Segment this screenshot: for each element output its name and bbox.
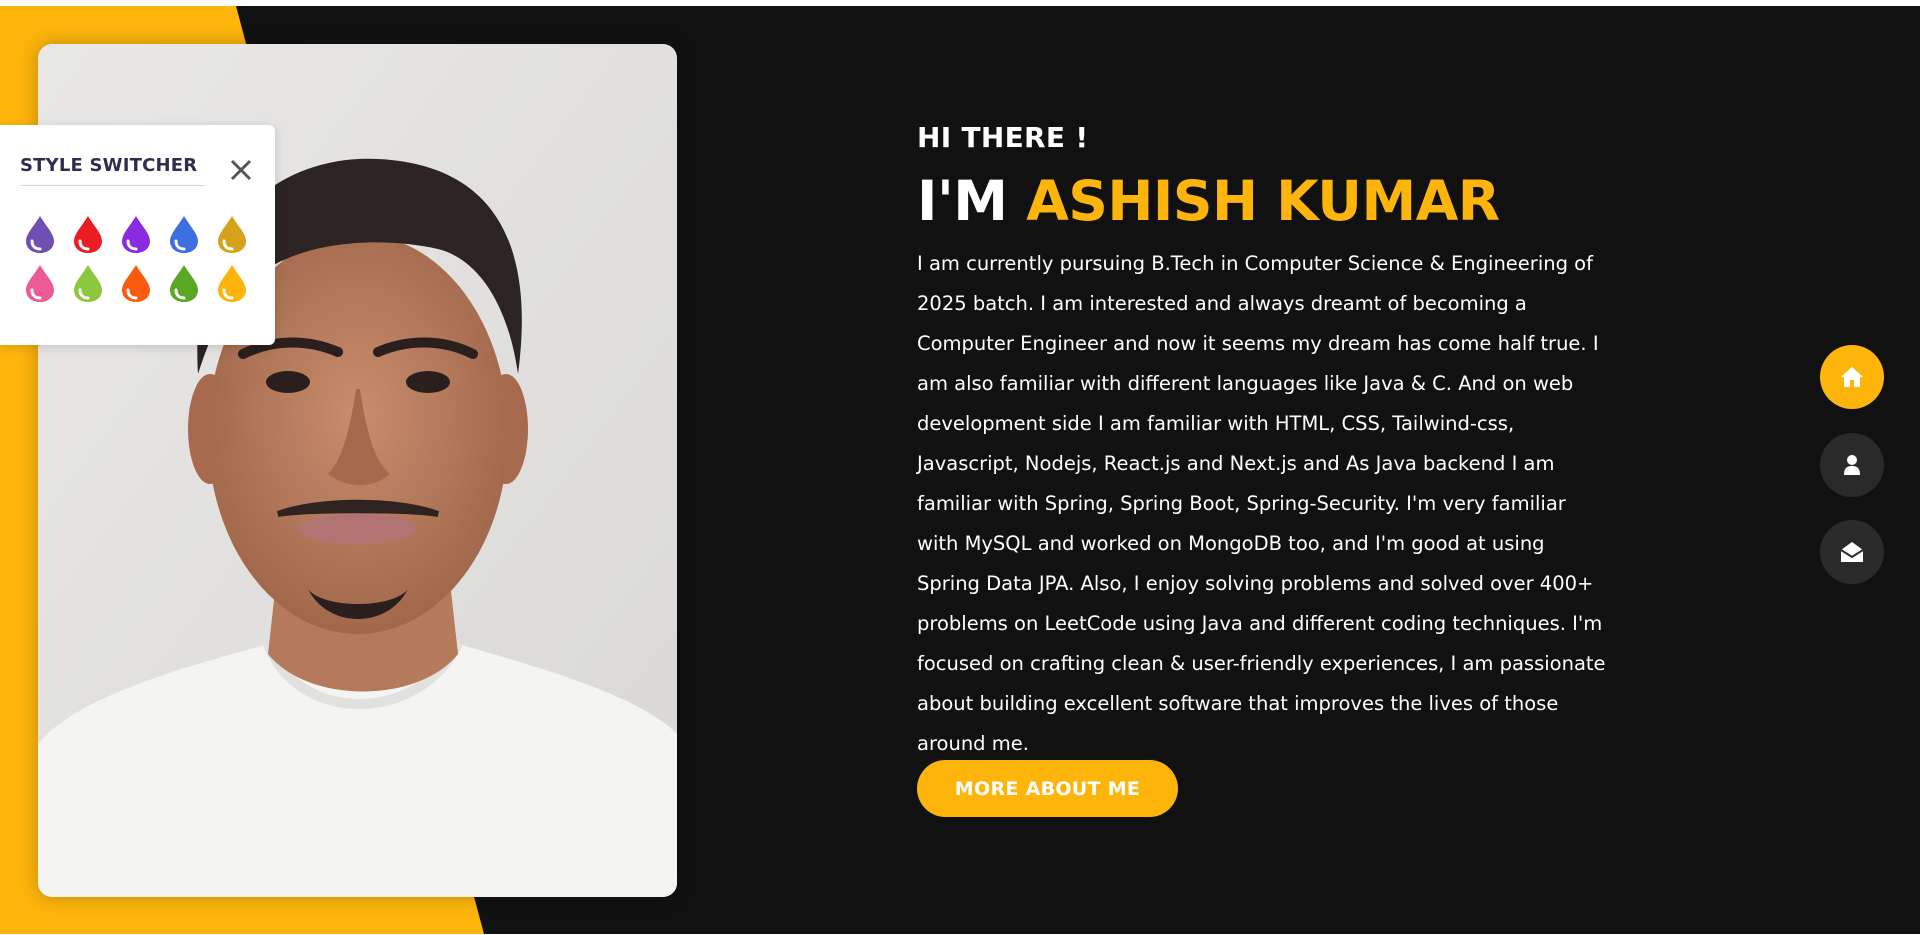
style-switcher-panel: STYLE SWITCHER xyxy=(0,125,275,345)
more-about-me-button[interactable]: MORE ABOUT ME xyxy=(917,760,1178,817)
color-drop-icon[interactable] xyxy=(68,214,108,254)
hero-section: HI THERE ! I'M ASHISH KUMAR I am current… xyxy=(917,118,1607,764)
home-icon xyxy=(1841,367,1863,387)
color-drop-icon[interactable] xyxy=(68,263,108,303)
nav-about-button[interactable] xyxy=(1820,433,1884,497)
color-drop-icon[interactable] xyxy=(116,263,156,303)
color-drop-icon[interactable] xyxy=(212,263,252,303)
close-icon[interactable] xyxy=(226,155,256,185)
nav-home-button[interactable] xyxy=(1820,345,1884,409)
nav-contact-button[interactable] xyxy=(1820,520,1884,584)
hero-name-prefix: I'M xyxy=(917,169,1027,233)
envelope-open-icon xyxy=(1840,542,1864,562)
color-drop-icon[interactable] xyxy=(164,214,204,254)
style-switcher-title: STYLE SWITCHER xyxy=(20,155,198,176)
color-drop-icon[interactable] xyxy=(20,263,60,303)
hero-greeting: HI THERE ! xyxy=(917,121,1089,154)
color-drop-icon[interactable] xyxy=(212,214,252,254)
color-swatch-grid xyxy=(20,214,260,312)
color-drop-icon[interactable] xyxy=(116,214,156,254)
hero-bio: I am currently pursuing B.Tech in Comput… xyxy=(917,252,1606,755)
style-switcher-divider xyxy=(20,185,205,186)
color-drop-icon[interactable] xyxy=(164,263,204,303)
user-icon xyxy=(1844,455,1860,475)
color-drop-icon[interactable] xyxy=(20,214,60,254)
hero-name: ASHISH KUMAR xyxy=(1026,169,1500,233)
hero-heading: I'M ASHISH KUMAR xyxy=(917,168,1607,234)
